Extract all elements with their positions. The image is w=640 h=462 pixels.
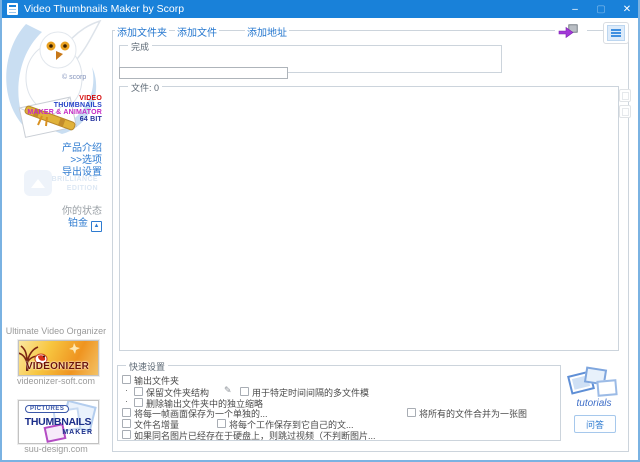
label-time-interval[interactable]: 用于特定时间间隔的多文件模 <box>252 386 369 399</box>
copyright-text: © scorp <box>62 74 86 81</box>
main-panel: 添加文件夹添加文件添加地址 完成 文件: 0 快速设置 输出文件夹 <box>112 30 629 452</box>
brand-block: VIDEO THUMBNAILS MAKER & ANIMATOR 64 BIT <box>2 95 102 123</box>
add-url-link[interactable]: 添加地址 <box>245 28 289 39</box>
bullet: · <box>125 396 128 406</box>
checkbox-time-interval[interactable] <box>240 387 249 396</box>
status-value-row[interactable]: 铂金▲ <box>2 214 102 232</box>
files-list-button-bottom[interactable] <box>619 105 631 118</box>
checkbox-save-each-frame[interactable] <box>122 408 131 417</box>
files-label: 文件: 0 <box>128 81 162 94</box>
app-window: Video Thumbnails Maker by Scorp – ▢ ✕ <box>0 0 640 462</box>
add-source-links: 添加文件夹添加文件 添加地址 <box>115 24 289 39</box>
edition-watermark-text: BRILLIANCE EDITION <box>2 176 98 193</box>
checkbox-save-each-job[interactable] <box>217 419 226 428</box>
done-label: 完成 <box>128 40 152 53</box>
sidebar-links: 产品介绍 >>选项 导出设置 <box>2 143 102 179</box>
status-value[interactable]: 铂金 <box>68 218 88 229</box>
queue-list-button[interactable] <box>603 22 629 44</box>
brand-line-video: VIDEO <box>2 95 102 102</box>
progress-bar <box>119 67 288 79</box>
window-title: Video Thumbnails Maker by Scorp <box>24 3 562 15</box>
files-count: 0 <box>154 83 159 93</box>
close-button[interactable]: ✕ <box>614 0 640 18</box>
brand-line-thumbnails: THUMBNAILS <box>2 102 102 109</box>
thumbnails-maker-banner[interactable]: PICTURES THUMBNAILS MAKER <box>18 400 99 444</box>
checkbox-merge-all[interactable] <box>407 408 416 417</box>
bullet: · <box>125 385 128 395</box>
checkbox-output-folder[interactable] <box>122 375 131 384</box>
minimize-button[interactable]: – <box>562 0 588 18</box>
quick-settings-groupbox: 快速设置 输出文件夹 · 保留文件夹结构 ✎ 用于特定时间间隔的多文件模 · 删… <box>117 365 561 441</box>
brand-line-64bit: 64 BIT <box>2 116 102 123</box>
sidebar-link-options[interactable]: >>选项 <box>2 155 102 167</box>
files-groupbox[interactable]: 文件: 0 <box>119 86 619 351</box>
tutorials-label[interactable]: tutorials <box>565 398 623 409</box>
status-info-icon[interactable]: ▲ <box>91 221 102 232</box>
videonizer-banner[interactable]: VIDEONIZER <box>18 340 99 376</box>
app-icon <box>7 3 18 15</box>
owl-logo <box>4 20 108 150</box>
ptm-thumbnails-label: THUMBNAILS <box>21 416 95 428</box>
label-skip-existing[interactable]: 如果同名图片已经存在于硬盘上，则跳过视频（不判断图片... <box>134 429 376 442</box>
brand-line-maker: MAKER & ANIMATOR <box>2 109 102 116</box>
videonizer-brand[interactable]: VIDEONIZER <box>19 361 96 372</box>
videonizer-site-link[interactable]: videonizer-soft.com <box>2 376 110 386</box>
qa-button[interactable]: 问答 <box>574 415 616 433</box>
quick-settings-label: 快速设置 <box>126 360 168 373</box>
files-list-button-top[interactable] <box>619 89 631 102</box>
sidebar-link-about[interactable]: 产品介绍 <box>2 143 102 155</box>
ptm-pictures-label: PICTURES <box>25 405 69 413</box>
checkbox-skip-existing[interactable] <box>122 430 131 439</box>
list-icon <box>607 25 625 41</box>
title-bar[interactable]: Video Thumbnails Maker by Scorp – ▢ ✕ <box>0 0 640 18</box>
add-file-link[interactable]: 添加文件 <box>175 28 219 39</box>
checkbox-keep-structure[interactable] <box>134 387 143 396</box>
promo-videonizer-title: Ultimate Video Organizer <box>2 326 110 336</box>
go-icon[interactable] <box>555 22 587 42</box>
pencil-icon[interactable]: ✎ <box>224 385 232 396</box>
checkbox-delete-standalone[interactable] <box>134 398 143 407</box>
maximize-button[interactable]: ▢ <box>588 0 614 18</box>
sidebar: © scorp VIDEO THUMBNAILS MAKER & ANIMATO… <box>2 18 110 460</box>
checkbox-filename-increment[interactable] <box>122 419 131 428</box>
add-folder-link[interactable]: 添加文件夹 <box>115 28 169 39</box>
suu-design-site-link[interactable]: suu-design.com <box>2 444 110 454</box>
photo-frame-icon <box>596 379 617 397</box>
label-merge-all[interactable]: 将所有的文件合并为一张图 <box>419 407 527 420</box>
tutorials-button[interactable]: tutorials <box>565 367 623 415</box>
ptm-maker-label: MAKER <box>62 429 93 436</box>
